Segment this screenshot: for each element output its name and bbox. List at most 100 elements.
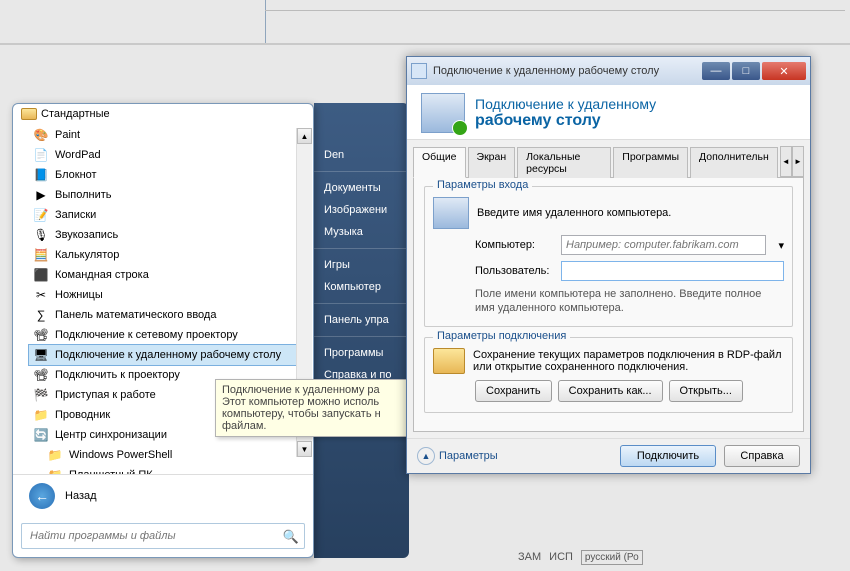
start-item-label: Калькулятор bbox=[55, 249, 119, 261]
start-item[interactable]: 🎨 Paint bbox=[29, 125, 310, 145]
start-item[interactable]: 📁Планшетный ПК bbox=[29, 465, 310, 474]
program-icon: ✂ bbox=[33, 287, 49, 303]
close-button[interactable]: ✕ bbox=[762, 62, 806, 80]
status-isp: ИСП bbox=[549, 551, 573, 563]
program-icon: 📁 bbox=[33, 407, 49, 423]
options-toggle[interactable]: ▲ Параметры bbox=[417, 447, 612, 465]
user-input[interactable] bbox=[561, 261, 784, 281]
collapse-arrow-icon: ▲ bbox=[417, 447, 435, 465]
start-item-label: Блокнот bbox=[55, 169, 97, 181]
start-item-label: Ножницы bbox=[55, 289, 103, 301]
scroll-up-icon[interactable]: ▲ bbox=[297, 128, 312, 144]
start-item[interactable]: 📽Подключение к сетевому проектору bbox=[29, 325, 310, 345]
open-button[interactable]: Открыть... bbox=[669, 380, 743, 402]
start-item[interactable]: ✂ Ножницы bbox=[29, 285, 310, 305]
start-item-label: Проводник bbox=[55, 409, 110, 421]
start-item-label: Центр синхронизации bbox=[55, 429, 167, 441]
start-item[interactable]: 🧮 Калькулятор bbox=[29, 245, 310, 265]
tab-display[interactable]: Экран bbox=[468, 147, 516, 178]
tab-programs[interactable]: Программы bbox=[613, 147, 688, 178]
tab-panel-general: Параметры входа Введите имя удаленного к… bbox=[413, 178, 804, 432]
save-button[interactable]: Сохранить bbox=[475, 380, 552, 402]
connect-button[interactable]: Подключить bbox=[620, 445, 716, 467]
computer-icon bbox=[433, 197, 469, 229]
save-as-button[interactable]: Сохранить как... bbox=[558, 380, 663, 402]
program-icon: 📝 bbox=[33, 207, 49, 223]
folder-icon bbox=[433, 348, 465, 374]
program-icon: 🎨 bbox=[33, 127, 49, 143]
start-item-label: Командная строка bbox=[55, 269, 149, 281]
start-folder-header[interactable]: Стандартные bbox=[13, 104, 313, 124]
start-menu: Стандартные 🎨 Paint 📄 WordPad 📘 Блокнот ▶Выпол… bbox=[12, 103, 314, 558]
start-item-label: Выполнить bbox=[55, 189, 111, 201]
back-arrow-icon: ← bbox=[29, 483, 55, 509]
computer-input[interactable] bbox=[561, 235, 766, 255]
dialog-footer: ▲ Параметры Подключить Справка bbox=[407, 438, 810, 473]
program-icon: ⬛ bbox=[33, 267, 49, 283]
start-item-label: Paint bbox=[55, 129, 80, 141]
lang-indicator[interactable]: русский (Ро bbox=[581, 550, 643, 565]
tab-general[interactable]: Общие bbox=[413, 147, 466, 178]
group-login: Параметры входа Введите имя удаленного к… bbox=[424, 186, 793, 327]
help-button[interactable]: Справка bbox=[724, 445, 800, 467]
maximize-button[interactable]: □ bbox=[732, 62, 760, 80]
tab-strip: Общие Экран Локальные ресурсы Программы … bbox=[413, 146, 804, 178]
start-link-music[interactable]: Музыка bbox=[314, 221, 409, 243]
start-item-label: Подключение к сетевому проектору bbox=[55, 329, 238, 341]
start-link-user[interactable]: Den bbox=[314, 144, 409, 166]
rdc-icon bbox=[421, 93, 465, 133]
program-icon: ∑ bbox=[33, 307, 49, 323]
banner-line2: рабочему столу bbox=[475, 112, 656, 130]
start-folder-title: Стандартные bbox=[41, 108, 110, 120]
start-link-games[interactable]: Игры bbox=[314, 254, 409, 276]
tooltip: Подключение к удаленному ра Этот компьют… bbox=[215, 379, 410, 437]
search-input[interactable] bbox=[21, 523, 305, 549]
start-item-label: Панель математического ввода bbox=[55, 309, 216, 321]
start-item[interactable]: 🖥Подключение к удаленному рабочему столу bbox=[29, 345, 310, 365]
program-icon: 🎙 bbox=[33, 227, 49, 243]
start-item[interactable]: 📝Записки bbox=[29, 205, 310, 225]
tab-advanced[interactable]: Дополнительн bbox=[690, 147, 778, 178]
tab-scroll-right-icon[interactable]: ► bbox=[792, 146, 804, 177]
start-item-label: WordPad bbox=[55, 149, 101, 161]
program-icon: 📘 bbox=[33, 167, 49, 183]
titlebar[interactable]: Подключение к удаленному рабочему столу … bbox=[407, 57, 810, 85]
program-icon: 📁 bbox=[47, 447, 63, 463]
start-link-programs[interactable]: Программы bbox=[314, 342, 409, 364]
dropdown-icon[interactable]: ▾ bbox=[778, 239, 784, 252]
start-item[interactable]: 🎙 Звукозапись bbox=[29, 225, 310, 245]
start-link-control-panel[interactable]: Панель упра bbox=[314, 309, 409, 331]
start-nav-back[interactable]: ← Назад bbox=[13, 474, 313, 517]
start-link-computer[interactable]: Компьютер bbox=[314, 276, 409, 298]
start-link-images[interactable]: Изображени bbox=[314, 199, 409, 221]
start-item-label: Звукозапись bbox=[55, 229, 118, 241]
start-link-documents[interactable]: Документы bbox=[314, 177, 409, 199]
program-icon: 📁 bbox=[47, 467, 63, 474]
start-item-label: Windows PowerShell bbox=[69, 449, 172, 461]
login-intro: Введите имя удаленного компьютера. bbox=[477, 207, 671, 219]
start-item[interactable]: 📄 WordPad bbox=[29, 145, 310, 165]
group-connection-title: Параметры подключения bbox=[433, 330, 570, 342]
start-item[interactable]: ⬛ Командная строка bbox=[29, 265, 310, 285]
status-zam: ЗАМ bbox=[518, 551, 541, 563]
tab-scroll-left-icon[interactable]: ◄ bbox=[780, 146, 792, 177]
start-item[interactable]: 📁 Windows PowerShell bbox=[29, 445, 310, 465]
start-item[interactable]: ▶Выполнить bbox=[29, 185, 310, 205]
minimize-button[interactable]: — bbox=[702, 62, 730, 80]
options-label: Параметры bbox=[439, 450, 498, 462]
program-icon: 📽 bbox=[33, 367, 49, 383]
statusbar-fragment: ЗАМ ИСП русский (Ро bbox=[518, 546, 643, 568]
program-icon: 🏁 bbox=[33, 387, 49, 403]
start-item[interactable]: ∑ Панель математического ввода bbox=[29, 305, 310, 325]
program-icon: 🧮 bbox=[33, 247, 49, 263]
start-item-label: Подключить к проектору bbox=[55, 369, 180, 381]
start-item[interactable]: 📘 Блокнот bbox=[29, 165, 310, 185]
start-item-label: Подключение к удаленному рабочему столу bbox=[55, 349, 281, 361]
group-login-title: Параметры входа bbox=[433, 179, 532, 191]
background-doc-fragment bbox=[0, 0, 850, 56]
scroll-down-icon[interactable]: ▼ bbox=[297, 441, 312, 457]
computer-label: Компьютер: bbox=[475, 239, 553, 251]
tab-local-resources[interactable]: Локальные ресурсы bbox=[517, 147, 611, 178]
program-icon: 📄 bbox=[33, 147, 49, 163]
back-label: Назад bbox=[65, 490, 97, 502]
